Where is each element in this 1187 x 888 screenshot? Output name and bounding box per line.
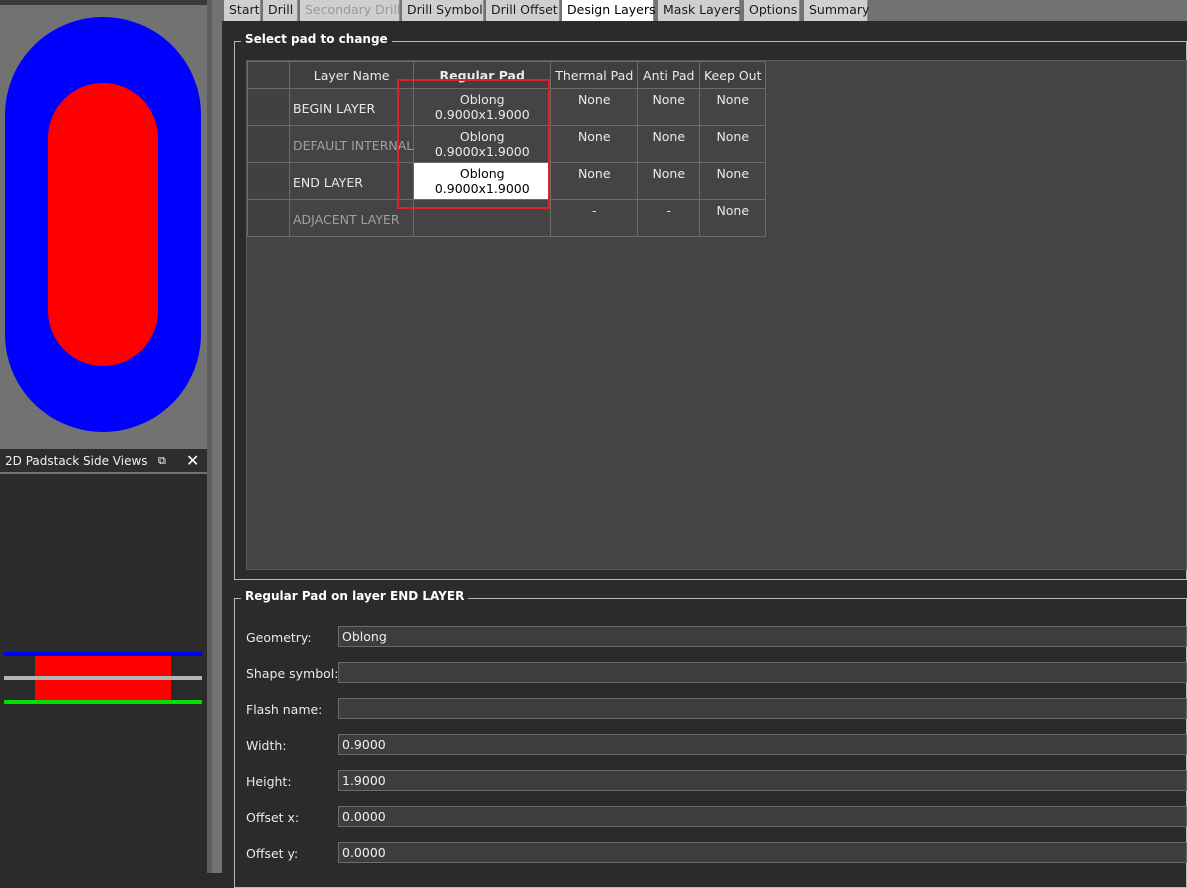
shape-symbol-label: Shape symbol:: [246, 666, 339, 681]
padstack-side-view: [0, 476, 207, 873]
begin-layer-line: [4, 652, 202, 656]
layer-name-cell: BEGIN LAYER: [288, 88, 415, 126]
keep-out-cell[interactable]: None: [699, 162, 767, 200]
table-row: BEGIN LAYER Oblong 0.9000x1.9000 None No…: [247, 88, 767, 126]
side-views-header: 2D Padstack Side Views ⧉ ✕: [0, 449, 207, 474]
row-header[interactable]: [247, 199, 290, 237]
geometry-label: Geometry:: [246, 630, 312, 645]
regular-pad-cell-selected[interactable]: Oblong 0.9000x1.9000: [413, 162, 552, 200]
anti-pad-cell[interactable]: -: [637, 199, 701, 237]
thermal-pad-cell[interactable]: None: [550, 125, 639, 163]
tab-drill-offset[interactable]: Drill Offset: [486, 0, 560, 21]
side-view-drawing: [4, 652, 202, 704]
tab-bar: Start Drill Secondary Drill Drill Symbol…: [222, 0, 1187, 21]
tab-design-layers[interactable]: Design Layers: [562, 0, 656, 21]
shape-symbol-field[interactable]: [338, 662, 1187, 683]
tab-drill-symbol[interactable]: Drill Symbol: [402, 0, 484, 21]
keep-out-cell[interactable]: None: [699, 199, 767, 237]
tab-options[interactable]: Options: [744, 0, 800, 21]
anti-pad-cell[interactable]: None: [637, 88, 701, 126]
table-row: DEFAULT INTERNAL Oblong 0.9000x1.9000 No…: [247, 125, 767, 163]
pad-grid-area: Layer Name Regular Pad Thermal Pad Anti …: [246, 60, 1187, 570]
tab-summary[interactable]: Summary: [804, 0, 869, 21]
end-layer-line: [4, 700, 202, 704]
tab-mask-layers[interactable]: Mask Layers: [658, 0, 741, 21]
offset-x-field[interactable]: 0.0000: [338, 806, 1187, 827]
anti-pad-cell[interactable]: None: [637, 125, 701, 163]
close-icon[interactable]: ✕: [186, 451, 199, 470]
height-field[interactable]: 1.9000: [338, 770, 1187, 791]
geometry-field[interactable]: Oblong: [338, 626, 1187, 647]
tab-drill[interactable]: Drill: [263, 0, 298, 21]
regular-pad-cell[interactable]: Oblong 0.9000x1.9000: [413, 125, 552, 163]
keep-out-cell[interactable]: None: [699, 125, 767, 163]
pad-detail-title: Regular Pad on layer END LAYER: [241, 589, 469, 603]
offset-y-label: Offset y:: [246, 846, 299, 861]
height-label: Height:: [246, 774, 292, 789]
thermal-pad-cell[interactable]: None: [550, 162, 639, 200]
table-row: END LAYER Oblong 0.9000x1.9000 None None…: [247, 162, 767, 200]
keep-out-cell[interactable]: None: [699, 88, 767, 126]
thermal-pad-cell[interactable]: None: [550, 88, 639, 126]
column-header-layer-name[interactable]: Layer Name: [288, 61, 415, 89]
padstack-preview: [5, 17, 201, 432]
width-field[interactable]: 0.9000: [338, 734, 1187, 755]
pad-table: Layer Name Regular Pad Thermal Pad Anti …: [247, 61, 767, 237]
tab-secondary-drill[interactable]: Secondary Drill: [300, 0, 400, 21]
column-header-anti-pad[interactable]: Anti Pad: [637, 61, 701, 89]
flash-name-field[interactable]: [338, 698, 1187, 719]
thermal-pad-cell[interactable]: -: [550, 199, 639, 237]
flash-name-label: Flash name:: [246, 702, 323, 717]
column-header-keep-out[interactable]: Keep Out: [699, 61, 767, 89]
row-header[interactable]: [247, 125, 290, 163]
table-row: ADJACENT LAYER - - None: [247, 199, 767, 237]
layer-name-cell: DEFAULT INTERNAL: [288, 125, 415, 163]
panel-gap: [212, 0, 222, 873]
offset-y-field[interactable]: 0.0000: [338, 842, 1187, 863]
regular-pad-cell[interactable]: Oblong 0.9000x1.9000: [413, 88, 552, 126]
regular-pad-cell[interactable]: [413, 199, 552, 237]
width-label: Width:: [246, 738, 287, 753]
row-header[interactable]: [247, 162, 290, 200]
corner-cell: [247, 61, 290, 89]
layer-name-cell: END LAYER: [288, 162, 415, 200]
select-pad-title: Select pad to change: [241, 32, 392, 46]
offset-x-label: Offset x:: [246, 810, 300, 825]
inner-pad-shape: [48, 83, 158, 366]
table-header-row: Layer Name Regular Pad Thermal Pad Anti …: [247, 61, 767, 89]
padstack-top-view: [0, 0, 207, 449]
anti-pad-cell[interactable]: None: [637, 162, 701, 200]
tab-start[interactable]: Start: [224, 0, 261, 21]
float-window-icon[interactable]: ⧉: [158, 454, 166, 468]
design-layers-page: Start Drill Secondary Drill Drill Symbol…: [222, 0, 1187, 888]
column-header-regular-pad[interactable]: Regular Pad: [413, 61, 552, 89]
left-panel: 2D Padstack Side Views ⧉ ✕: [0, 0, 207, 873]
side-views-title: 2D Padstack Side Views: [5, 454, 148, 468]
internal-layer-line: [4, 676, 202, 680]
layer-name-cell: ADJACENT LAYER: [288, 199, 415, 237]
column-header-thermal-pad[interactable]: Thermal Pad: [550, 61, 639, 89]
row-header[interactable]: [247, 88, 290, 126]
